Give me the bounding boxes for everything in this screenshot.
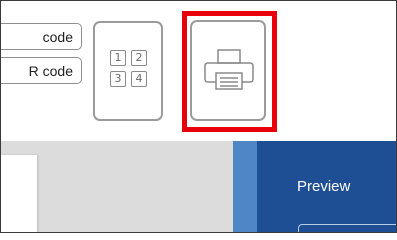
preview-field[interactable] bbox=[298, 224, 396, 232]
preview-panel: Preview bbox=[257, 141, 396, 232]
preview-title: Preview bbox=[297, 178, 351, 195]
grid-layout-icon: 1 2 3 4 bbox=[110, 50, 149, 90]
grid-cell-2: 2 bbox=[131, 50, 147, 66]
layout-grid-button[interactable]: 1 2 3 4 bbox=[93, 21, 163, 121]
code-button[interactable]: code bbox=[1, 23, 82, 50]
grid-cell-3: 3 bbox=[110, 71, 126, 87]
app-window: code R code 1 2 3 4 Preview bbox=[0, 0, 397, 233]
toolbar: code R code 1 2 3 4 bbox=[1, 1, 396, 135]
qr-code-button[interactable]: R code bbox=[1, 57, 82, 84]
page-preview-sheet bbox=[1, 155, 37, 232]
code-button-label: code bbox=[42, 29, 73, 45]
grid-cell-1: 1 bbox=[110, 50, 126, 66]
highlight-box bbox=[182, 11, 277, 132]
panel-edge-stripe bbox=[233, 141, 257, 232]
grid-cell-4: 4 bbox=[131, 71, 147, 87]
qr-code-button-label: R code bbox=[28, 63, 73, 79]
